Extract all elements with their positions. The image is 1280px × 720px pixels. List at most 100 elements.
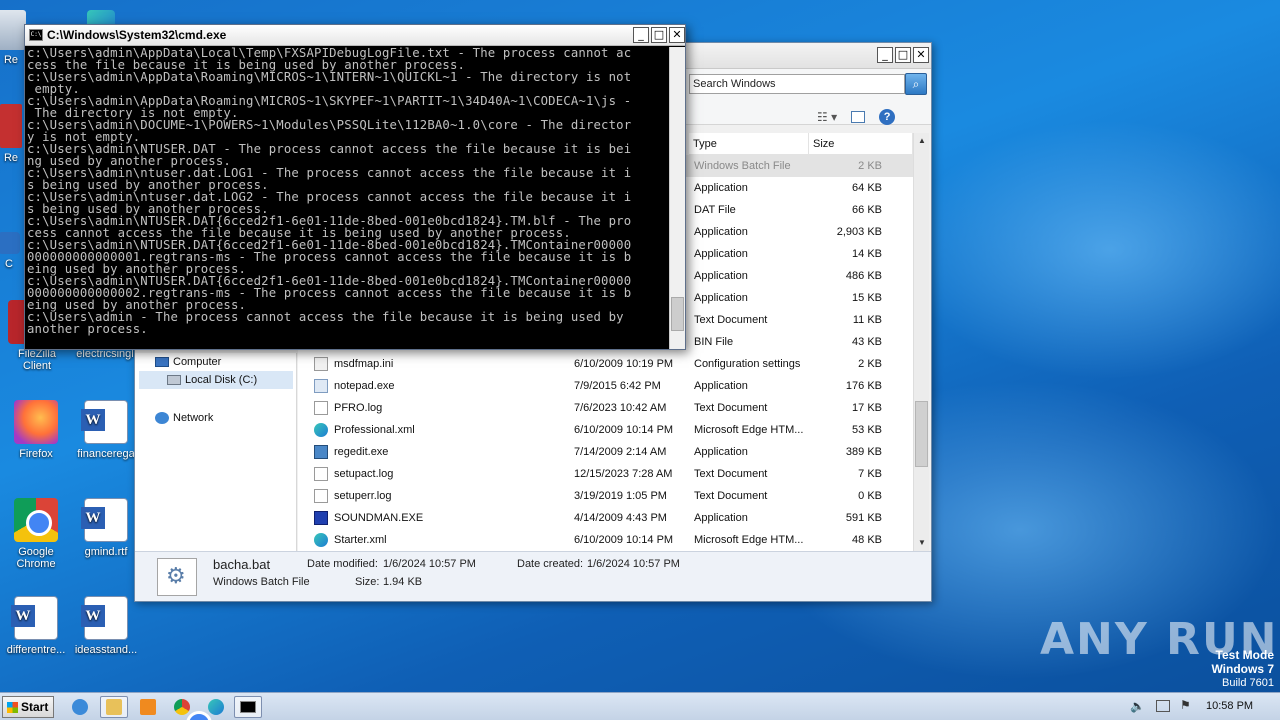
cmd-window[interactable]: C:\ C:\Windows\System32\cmd.exe _ □ ✕ c:…	[24, 24, 686, 350]
file-size: 11 KB	[852, 314, 882, 326]
internet-explorer-icon	[72, 699, 88, 715]
close-button[interactable]: ✕	[913, 47, 929, 63]
view-controls: ☷ ▾ ?	[817, 109, 896, 125]
file-type: BIN File	[694, 336, 734, 348]
file-list-scrollbar[interactable]: ▲ ▼	[913, 133, 929, 551]
taskbar: Start 🔈 ⚑ 10:58 PM	[0, 692, 1280, 720]
help-icon[interactable]: ?	[879, 109, 896, 125]
navigation-pane: Computer Local Disk (C:) Network	[135, 353, 297, 551]
scroll-down-arrow[interactable]: ▼	[916, 537, 928, 549]
console-output[interactable]: c:\Users\admin\AppData\Local\Temp\FXSAPI…	[27, 47, 669, 347]
text-file-icon	[314, 401, 328, 415]
desktop-icon-label: differentre...	[6, 644, 66, 656]
type-column-header[interactable]: Type	[689, 133, 809, 154]
word-document-icon	[81, 596, 128, 640]
application-icon	[314, 379, 328, 393]
minimize-button[interactable]: _	[877, 47, 893, 63]
file-name: PFRO.log	[334, 402, 383, 414]
batch-file-icon	[157, 558, 197, 596]
desktop-icon-label: gmind.rtf	[84, 546, 128, 558]
taskbar-chrome[interactable]	[168, 696, 212, 720]
search-icon[interactable]: ⌕	[905, 73, 927, 95]
taskbar-explorer[interactable]	[100, 696, 128, 718]
desktop-icon-re2[interactable]: Re	[0, 104, 26, 164]
desktop-icon-gmind[interactable]: gmind.rtf	[70, 498, 142, 558]
explorer-window-controls: _ □ ✕	[877, 47, 929, 63]
speaker-icon[interactable]: 🔈	[1130, 699, 1145, 713]
test-mode-notice: Test Mode Windows 7 Build 7601	[1211, 648, 1274, 690]
desktop-icon-label: ideasstand...	[74, 644, 138, 656]
change-view-icon[interactable]: ☷ ▾	[817, 110, 837, 124]
date-created-value: 1/6/2024 10:57 PM	[587, 558, 680, 570]
file-type: Application	[694, 446, 748, 458]
cmd-scrollbar[interactable]	[669, 47, 685, 349]
file-size: 64 KB	[852, 182, 882, 194]
close-button[interactable]: ✕	[669, 27, 685, 43]
taskbar-ie[interactable]	[66, 696, 94, 718]
scroll-up-arrow[interactable]: ▲	[916, 135, 928, 147]
desktop-icon-financerega[interactable]: financerega	[70, 400, 142, 460]
column-header: Type Size	[689, 133, 913, 155]
network-icon[interactable]	[1156, 700, 1170, 712]
nav-item-label: Computer	[173, 356, 222, 368]
start-button[interactable]: Start	[2, 696, 54, 718]
desktop-icon-label: Re	[3, 152, 19, 164]
file-type: Application	[694, 512, 748, 524]
table-row[interactable]: Professional.xml 6/10/2009 10:14 PM Micros…	[298, 419, 914, 441]
word-document-icon	[81, 498, 128, 542]
maximize-button[interactable]: □	[651, 27, 667, 43]
file-date: 4/14/2009 4:43 PM	[574, 512, 667, 524]
size-column-header[interactable]: Size	[809, 133, 913, 154]
table-row[interactable]: notepad.exe 7/9/2015 6:42 PM Application 17…	[298, 375, 914, 397]
taskbar-edge[interactable]	[202, 696, 230, 718]
cmd-titlebar[interactable]: C:\ C:\Windows\System32\cmd.exe _ □ ✕	[25, 25, 685, 46]
selected-file-type: Windows Batch File	[213, 576, 310, 588]
chrome-icon	[174, 699, 212, 720]
file-name: msdfmap.ini	[334, 358, 394, 370]
action-center-flag-icon[interactable]: ⚑	[1180, 698, 1191, 712]
taskbar-media-player[interactable]	[134, 696, 162, 718]
file-size: 486 KB	[845, 270, 882, 282]
text-file-icon	[314, 467, 328, 481]
desktop-icon-label: FileZilla Client	[18, 348, 56, 372]
file-type: Text Document	[694, 402, 768, 414]
table-row[interactable]: setupact.log 12/15/2023 7:28 AM Text Docum…	[298, 463, 914, 485]
cmd-icon: C:\	[29, 29, 43, 41]
taskbar-cmd[interactable]	[234, 696, 262, 718]
desktop-icon-differentre[interactable]: differentre...	[0, 596, 72, 656]
date-modified-value: 1/6/2024 10:57 PM	[383, 558, 476, 570]
file-size: 53 KB	[852, 424, 882, 436]
file-name: regedit.exe	[334, 446, 389, 458]
search-input[interactable]: Search Windows	[689, 74, 905, 94]
clock[interactable]: 10:58 PM	[1206, 700, 1253, 712]
file-type: Application	[694, 270, 748, 282]
scrollbar-thumb[interactable]	[915, 401, 928, 467]
file-type: Microsoft Edge HTM...	[694, 424, 804, 436]
file-date: 6/10/2009 10:19 PM	[574, 358, 674, 370]
file-size: 2 KB	[858, 160, 882, 172]
desktop-icon-c[interactable]: C	[0, 232, 24, 270]
table-row[interactable]: Starter.xml 6/10/2009 10:14 PM Microsoft E…	[298, 529, 914, 551]
desktop-icon-chrome[interactable]: Google Chrome	[0, 498, 72, 570]
table-row[interactable]: regedit.exe 7/14/2009 2:14 AM Application 3…	[298, 441, 914, 463]
desktop-icon-ideasstand[interactable]: ideasstand...	[70, 596, 142, 656]
table-row[interactable]: msdfmap.ini 6/10/2009 10:19 PM Configurati…	[298, 353, 914, 375]
file-type: Application	[694, 182, 748, 194]
table-row[interactable]: PFRO.log 7/6/2023 10:42 AM Text Document 17…	[298, 397, 914, 419]
console-line: another process.	[27, 322, 148, 336]
nav-item-local-disk[interactable]: Local Disk (C:)	[139, 371, 293, 389]
file-date: 12/15/2023 7:28 AM	[574, 468, 673, 480]
nav-item-computer[interactable]: Computer	[155, 353, 221, 371]
scrollbar-thumb[interactable]	[671, 297, 684, 331]
desktop-icon-label: Firefox	[19, 448, 53, 460]
file-type: Windows Batch File	[694, 160, 791, 172]
network-icon	[155, 412, 169, 424]
desktop-icon-recycle[interactable]: Re	[0, 10, 26, 66]
maximize-button[interactable]: □	[895, 47, 911, 63]
desktop-icon-firefox[interactable]: Firefox	[0, 400, 72, 460]
table-row[interactable]: setuperr.log 3/19/2019 1:05 PM Text Docume…	[298, 485, 914, 507]
minimize-button[interactable]: _	[633, 27, 649, 43]
table-row[interactable]: SOUNDMAN.EXE 4/14/2009 4:43 PM Application…	[298, 507, 914, 529]
preview-pane-icon[interactable]	[851, 111, 866, 123]
nav-item-network[interactable]: Network	[155, 409, 213, 427]
